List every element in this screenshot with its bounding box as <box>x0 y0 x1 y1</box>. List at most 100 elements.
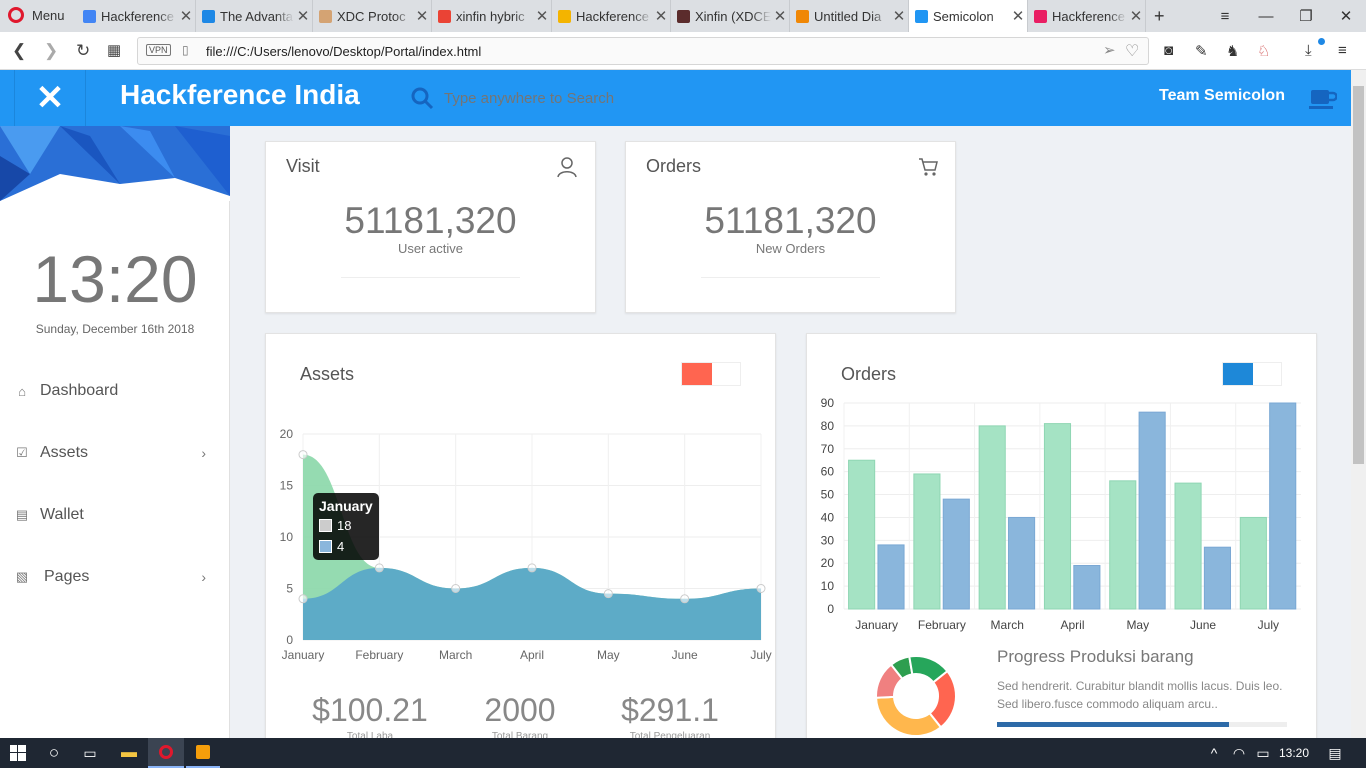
x-tick-label: January <box>282 648 325 662</box>
card-title: Orders <box>646 156 702 176</box>
y-tick-label: 10 <box>821 579 835 593</box>
close-sidebar-button[interactable]: ✕ <box>14 70 86 126</box>
coffee-cup-icon[interactable] <box>1309 86 1337 110</box>
bar <box>1109 480 1137 610</box>
stat-value: $291.1 <box>621 692 719 728</box>
task-view-icon[interactable]: ▭ <box>74 738 106 768</box>
sidebar-item-pages[interactable]: ▧ Pages › <box>0 557 230 597</box>
downloads-icon[interactable]: ⤓ <box>1305 42 1312 59</box>
x-tick-label: July <box>1258 618 1279 632</box>
show-hidden-icons[interactable]: ^ <box>1203 738 1225 768</box>
tab-close-icon[interactable]: ✕ <box>533 7 551 25</box>
tab-favicon-icon <box>319 9 332 23</box>
progress-fill <box>997 722 1229 727</box>
bar <box>1239 516 1267 610</box>
reload-icon[interactable]: ↻ <box>76 41 90 61</box>
opera-taskbar-icon[interactable] <box>148 738 184 768</box>
browser-tab[interactable]: Semicolon ✕ <box>909 0 1028 32</box>
browser-tab[interactable]: XDC Protoc ✕ <box>313 0 432 32</box>
tooltip-value: 18 <box>337 518 352 533</box>
x-tick-label: January <box>855 618 898 632</box>
tab-close-icon[interactable]: ✕ <box>652 7 670 25</box>
tab-close-icon[interactable]: ✕ <box>771 7 789 25</box>
x-tick-label: April <box>520 648 544 662</box>
y-tick-label: 0 <box>827 602 834 616</box>
tab-close-icon[interactable]: ✕ <box>890 7 908 25</box>
x-tick-label: February <box>355 648 403 662</box>
cortana-icon[interactable]: ○ <box>38 738 70 768</box>
evernote-icon[interactable]: ♞ <box>1226 42 1239 60</box>
forward-icon[interactable]: ❯ <box>44 41 58 61</box>
bookmark-heart-icon[interactable]: ♡ <box>1125 41 1139 61</box>
file-explorer-icon[interactable]: ▬ <box>112 738 146 768</box>
stat-value: $100.21 <box>312 692 428 728</box>
minimize-icon[interactable]: — <box>1246 0 1286 32</box>
tab-title: Hackference <box>101 8 174 24</box>
windows-taskbar: ○ ▭ ▬ ^ ◠ ▭ 13:20 ▤ <box>0 738 1366 768</box>
maximize-icon[interactable]: ❐ <box>1286 0 1326 32</box>
x-tick-label: March <box>439 648 472 662</box>
sidebar-item-wallet[interactable]: ▤ Wallet <box>0 495 230 535</box>
wifi-icon[interactable]: ◠ <box>1228 738 1250 768</box>
user-icon <box>557 157 577 178</box>
sublime-text-icon[interactable] <box>186 738 220 768</box>
battery-icon[interactable]: ▭ <box>1252 738 1274 768</box>
calendar-icon: ▤ <box>15 507 29 522</box>
x-tick-label: March <box>991 618 1024 632</box>
browser-tab[interactable]: Hackference ✕ <box>77 0 196 32</box>
tooltip-value: 4 <box>337 539 345 554</box>
progress-text: Sed hendrerit. Curabitur blandit mollis … <box>997 679 1283 711</box>
data-point <box>451 584 461 593</box>
y-tick-label: 20 <box>280 427 294 441</box>
speed-dial-icon[interactable]: ▦ <box>107 41 121 59</box>
pocket-icon[interactable]: ◙ <box>1164 42 1173 59</box>
orders-card: Orders 51181,320 New Orders <box>625 141 956 313</box>
data-point <box>756 584 766 593</box>
divider <box>341 277 520 278</box>
browser-tab[interactable]: xinfin hybric ✕ <box>432 0 552 32</box>
windows-start-icon[interactable] <box>0 738 36 768</box>
bar <box>1008 516 1036 610</box>
url-field[interactable]: VPN ▯ file:///C:/Users/lenovo/Desktop/Po… <box>137 37 1149 65</box>
tab-close-icon[interactable]: ✕ <box>1009 7 1027 25</box>
browser-tab[interactable]: Hackference ✕ <box>1028 0 1146 32</box>
search-bar[interactable] <box>410 86 684 110</box>
unicorn-extension-icon[interactable]: ♘ <box>1257 42 1270 60</box>
legend-toggle[interactable] <box>1222 362 1282 386</box>
browser-tab[interactable]: The Advanta ✕ <box>196 0 313 32</box>
send-icon[interactable]: ➢ <box>1103 41 1116 59</box>
x-tick-label: July <box>750 648 771 662</box>
tab-list-icon[interactable]: ≡ <box>1205 0 1245 32</box>
tab-close-icon[interactable]: ✕ <box>413 7 431 25</box>
easy-setup-icon[interactable]: ≡ <box>1338 42 1347 59</box>
scrollbar-thumb[interactable] <box>1353 86 1364 464</box>
tab-close-icon[interactable]: ✕ <box>294 7 312 25</box>
browser-tab[interactable]: Untitled Dia ✕ <box>790 0 909 32</box>
y-tick-label: 5 <box>286 582 293 596</box>
y-tick-label: 10 <box>280 530 294 544</box>
tab-favicon-icon <box>558 9 571 23</box>
page-info-icon[interactable]: ▯ <box>182 43 189 57</box>
browser-tab[interactable]: Xinfin (XDCE ✕ <box>671 0 790 32</box>
sidebar-item-dashboard[interactable]: ⌂ Dashboard <box>0 371 230 411</box>
clock-time: 13:20 <box>32 242 198 316</box>
taskbar-clock[interactable]: 13:20 <box>1277 738 1311 768</box>
opera-menu-button[interactable]: Menu <box>8 7 65 23</box>
new-tab-button[interactable]: + <box>1148 0 1174 32</box>
bar <box>1269 402 1297 610</box>
back-icon[interactable]: ❮ <box>12 41 26 61</box>
tab-favicon-icon <box>202 9 215 23</box>
tab-close-icon[interactable]: ✕ <box>1127 7 1145 25</box>
legend-toggle[interactable] <box>681 362 741 386</box>
vpn-badge[interactable]: VPN <box>146 44 171 56</box>
bar <box>1073 565 1101 610</box>
sidebar-item-assets[interactable]: ☑ Assets › <box>0 433 230 473</box>
sidebar-item-label: Assets <box>40 444 89 461</box>
tab-close-icon[interactable]: ✕ <box>177 7 195 25</box>
search-input[interactable] <box>444 89 684 107</box>
browser-tab[interactable]: Hackference ✕ <box>552 0 671 32</box>
action-center-icon[interactable]: ▤ <box>1320 738 1350 768</box>
window-close-icon[interactable]: ✕ <box>1326 0 1366 32</box>
snapshot-icon[interactable]: ✎ <box>1195 42 1208 60</box>
panel-title: Assets <box>300 364 355 384</box>
